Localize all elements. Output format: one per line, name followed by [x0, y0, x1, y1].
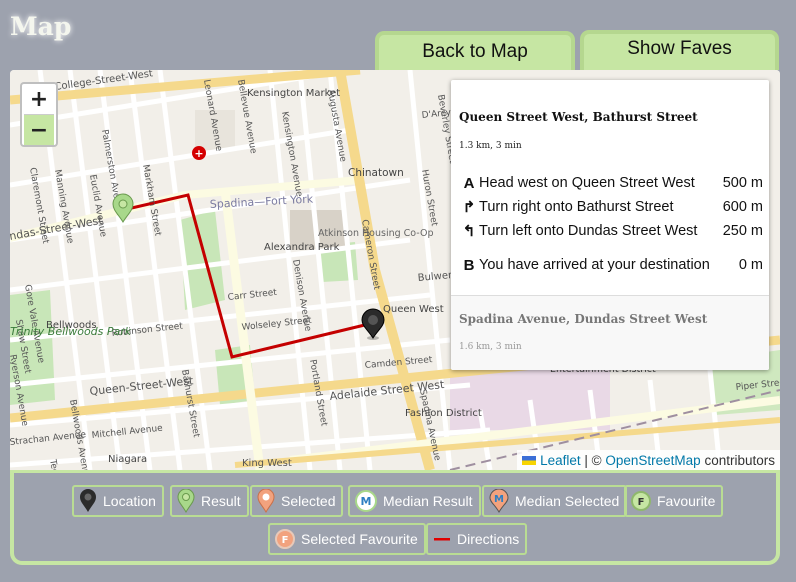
svg-text:F: F — [282, 535, 289, 546]
svg-text:F: F — [638, 497, 645, 508]
direction-step[interactable]: B You have arrived at your destination 0… — [459, 243, 763, 287]
legend-median-result[interactable]: M Median Result — [348, 485, 481, 517]
label-king: King West — [242, 458, 292, 469]
zoom-control: + − — [20, 82, 58, 147]
leaflet-link[interactable]: Leaflet — [540, 453, 581, 468]
step-distance: 250 m — [722, 223, 763, 239]
legend-location[interactable]: Location — [72, 485, 164, 517]
legend-selected[interactable]: Selected — [250, 485, 344, 517]
turn-left-icon: ↰ — [462, 223, 476, 240]
svg-text:+: + — [194, 147, 203, 160]
ukraine-flag-icon — [522, 455, 537, 465]
favourite-marker-icon: F — [631, 491, 651, 511]
map[interactable]: + College-Street-West ndas-Street-West Q… — [10, 70, 780, 470]
result-marker-icon — [177, 489, 195, 513]
legend-label: Directions — [457, 531, 520, 547]
legend-label: Selected — [281, 493, 336, 509]
route-2-name: Spadina Avenue, Dundas Street West — [459, 312, 708, 326]
attribution-separator: | © — [580, 452, 606, 468]
map-attribution: Leaflet | © OpenStreetMap contributors — [517, 450, 780, 470]
route-2-summary: 1.6 km, 3 min — [459, 342, 522, 352]
page-title: Map — [10, 12, 72, 41]
selected-favourite-marker-icon: F — [275, 529, 295, 549]
attribution-contributors: contributors — [700, 452, 775, 468]
label-chinatown: Chinatown — [348, 167, 404, 179]
direction-step[interactable]: ↰ Turn left onto Dundas Street West 250 … — [459, 219, 763, 243]
turn-right-icon: ↱ — [462, 199, 476, 216]
legend-label: Favourite — [657, 493, 716, 509]
directions-line-icon — [434, 538, 450, 541]
label-trinity: Trinity Bellwoods Park — [10, 325, 132, 338]
legend-label: Median Selected — [515, 493, 620, 509]
legend-label: Location — [103, 493, 156, 509]
svg-text:M: M — [494, 494, 504, 505]
route-1-name[interactable]: Queen Street West, Bathurst Street — [459, 110, 698, 124]
zoom-out-button[interactable]: − — [24, 115, 54, 145]
destination-icon: B — [463, 256, 475, 274]
direction-step[interactable]: ↱ Turn right onto Bathurst Street 600 m — [459, 195, 763, 219]
label-fashion: Fashion District — [405, 408, 482, 419]
label-atkinson: Atkinson Housing Co-Op — [318, 228, 433, 239]
step-text: Head west on Queen Street West — [479, 175, 695, 191]
label-niagara: Niagara — [108, 454, 147, 465]
median-result-marker-icon: M — [355, 490, 377, 512]
step-text: Turn right onto Bathurst Street — [479, 199, 674, 215]
svg-text:M: M — [361, 495, 372, 508]
step-distance: 0 m — [738, 257, 763, 273]
route-1-summary: 1.3 km, 3 min — [459, 141, 522, 151]
direction-step[interactable]: A Head west on Queen Street West 500 m — [459, 171, 763, 195]
label-queen-west: Queen West — [383, 304, 444, 315]
selected-marker-icon — [257, 489, 275, 513]
directions-steps: A Head west on Queen Street West 500 m ↱… — [459, 171, 763, 287]
location-marker-icon — [80, 489, 96, 512]
legend-directions[interactable]: Directions — [426, 523, 528, 555]
openstreetmap-link[interactable]: OpenStreetMap — [605, 453, 700, 468]
start-icon: A — [463, 174, 475, 192]
legend-label: Median Result — [383, 493, 473, 509]
legend-label: Result — [201, 493, 241, 509]
median-selected-marker-icon: M — [489, 489, 509, 513]
legend-label: Selected Favourite — [301, 531, 418, 547]
legend-selected-favourite[interactable]: F Selected Favourite — [268, 523, 426, 555]
directions-panel: Queen Street West, Bathurst Street 1.3 k… — [451, 80, 769, 370]
zoom-in-button[interactable]: + — [24, 84, 54, 115]
label-alexandra: Alexandra Park — [264, 242, 340, 253]
step-text: Turn left onto Dundas Street West — [479, 223, 698, 239]
show-faves-button[interactable]: Show Faves — [580, 30, 779, 70]
legend-favourite[interactable]: F Favourite — [624, 485, 724, 517]
legend-result[interactable]: Result — [170, 485, 249, 517]
step-distance: 500 m — [722, 175, 763, 191]
back-to-map-button[interactable]: Back to Map — [375, 31, 575, 71]
map-legend: Location Result Selected M Median Result… — [10, 470, 780, 565]
legend-median-selected[interactable]: M Median Selected — [482, 485, 628, 517]
alternative-route[interactable]: Spadina Avenue, Dundas Street West 1.6 k… — [451, 295, 769, 370]
step-distance: 600 m — [722, 199, 763, 215]
step-text: You have arrived at your destination — [479, 257, 710, 273]
